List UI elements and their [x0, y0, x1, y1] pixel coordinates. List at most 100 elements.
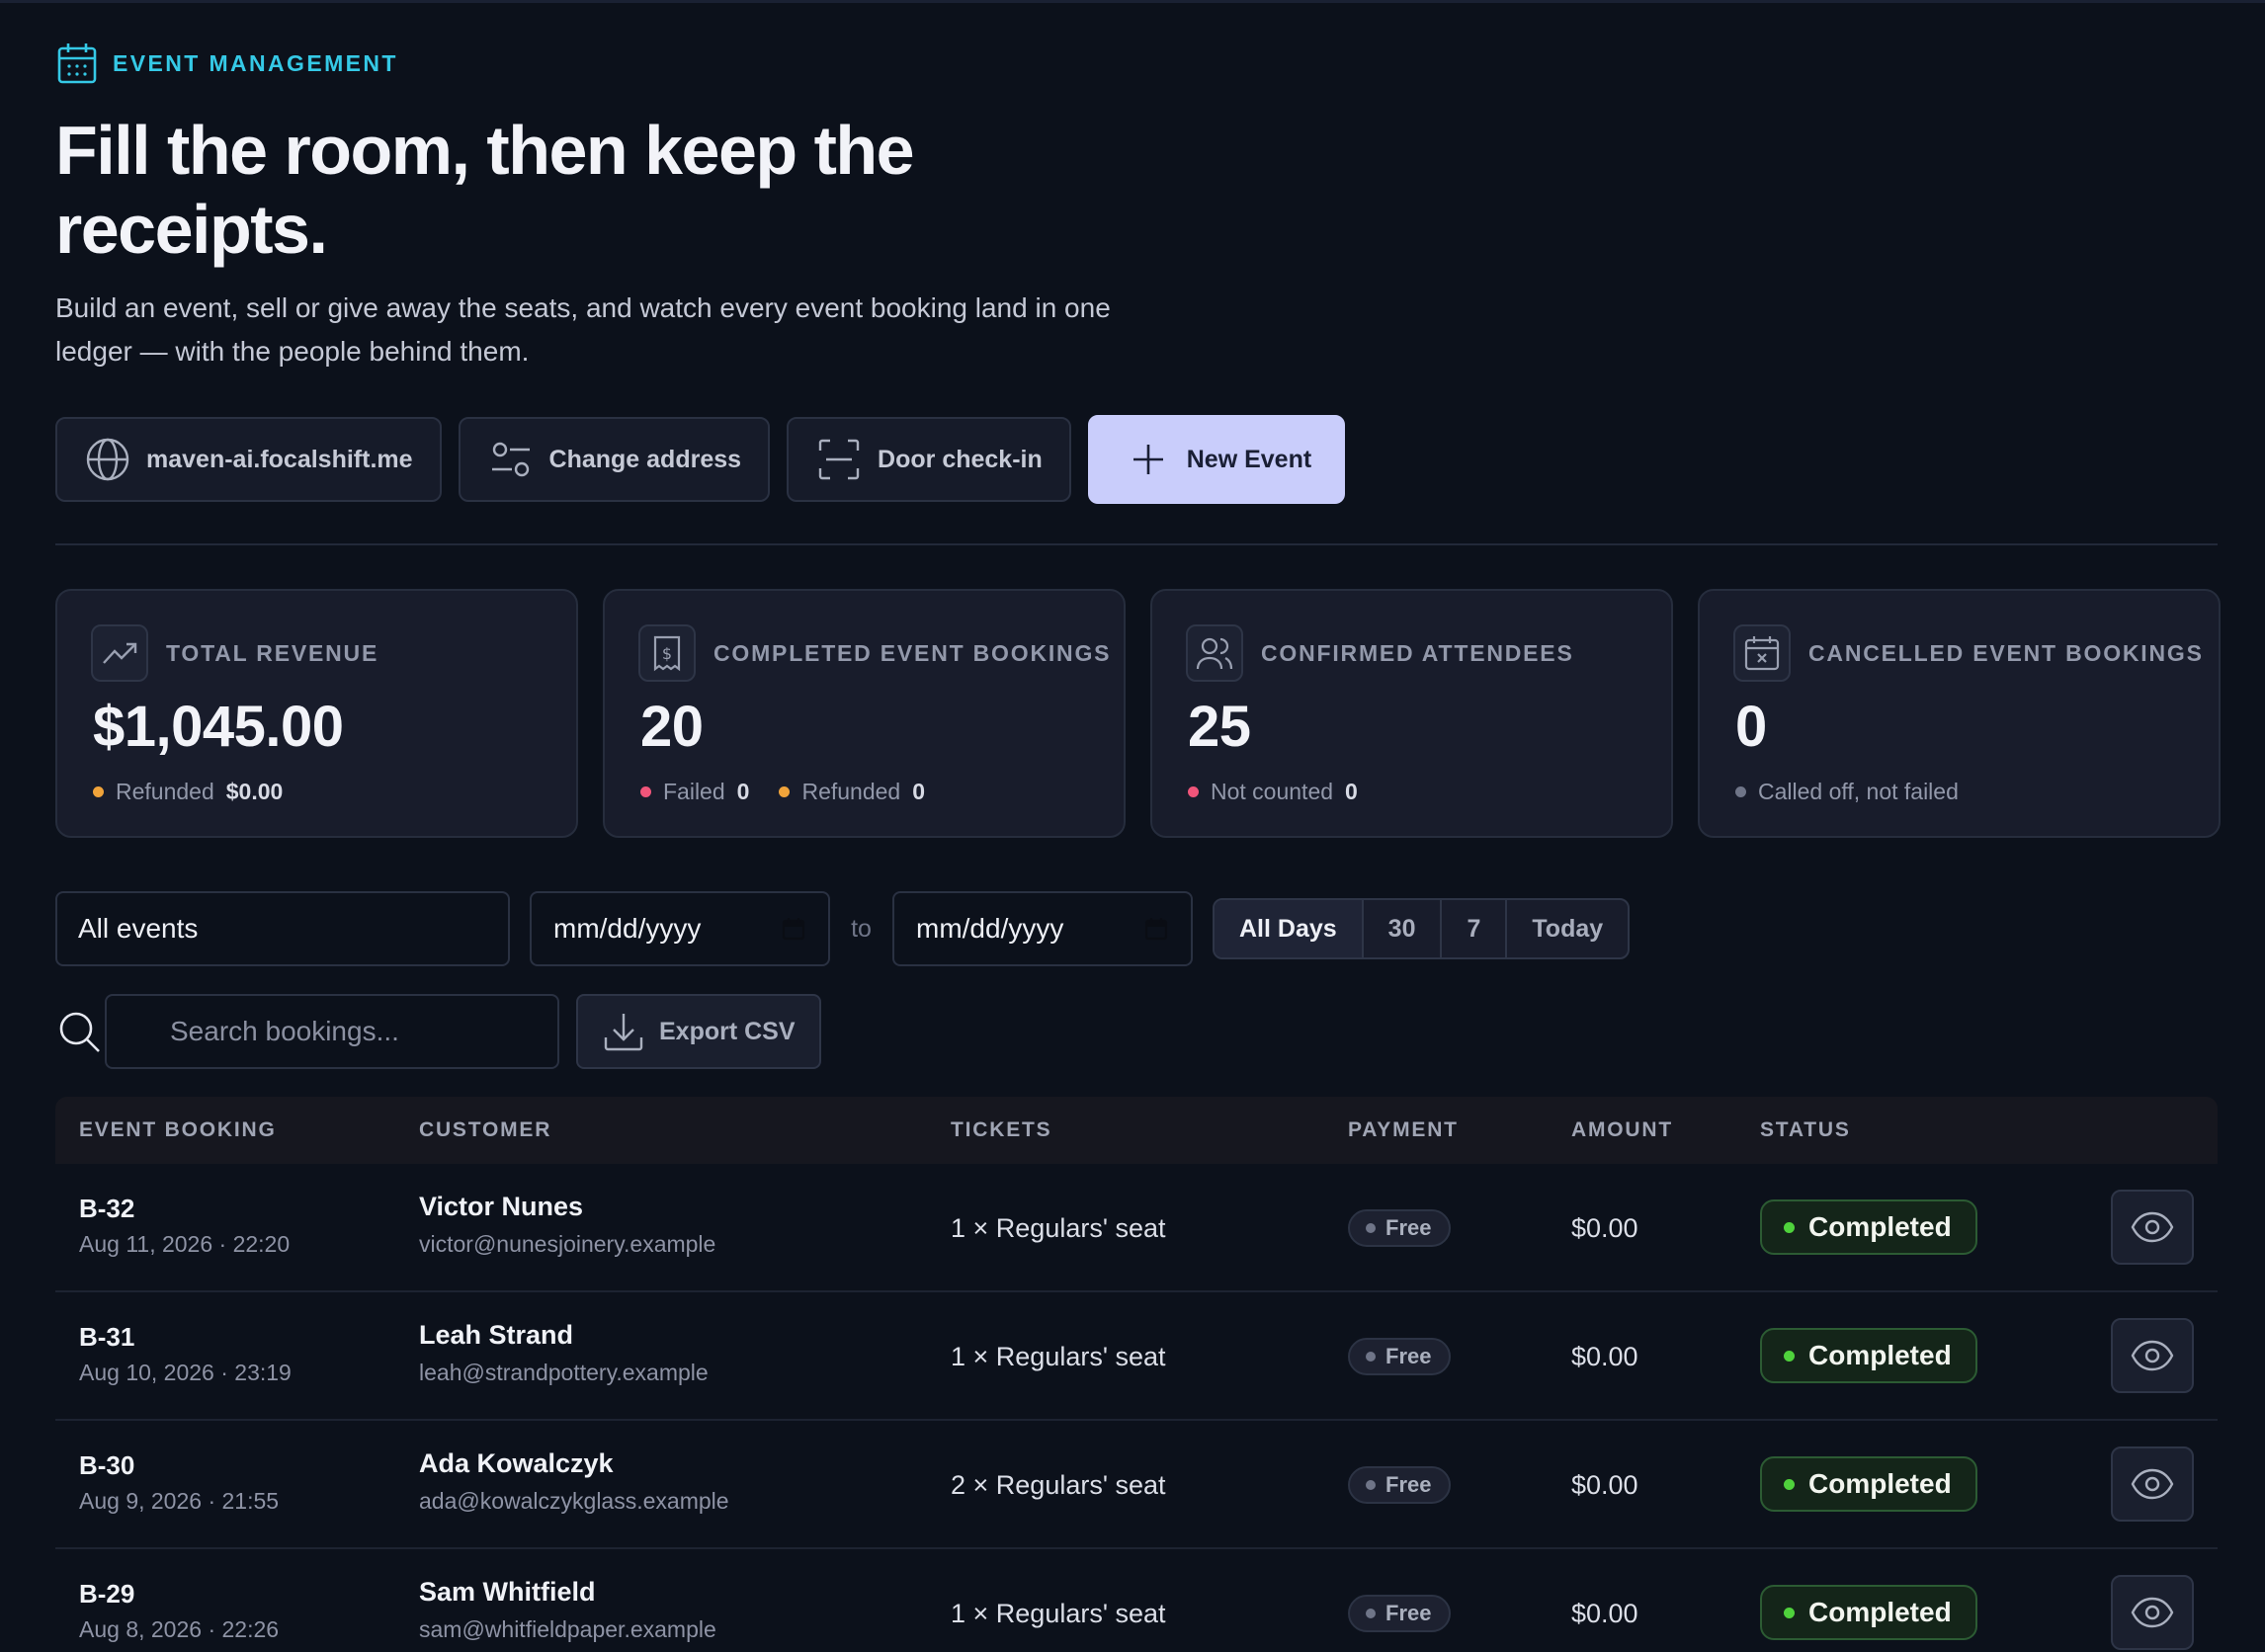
- booking-id: B-32: [79, 1194, 135, 1223]
- status-badge: Completed: [1760, 1199, 1977, 1255]
- date-to-value: mm/dd/yyyy: [916, 913, 1064, 944]
- status-badge: Completed: [1760, 1456, 1977, 1512]
- eye-icon: [2131, 1597, 2174, 1628]
- column-header[interactable]: TICKETS: [951, 1118, 1051, 1142]
- stat-label: TOTAL REVENUE: [166, 639, 379, 666]
- svg-text:$: $: [662, 644, 672, 663]
- stat-value: 20: [640, 695, 704, 759]
- domain-label: maven-ai.focalshift.me: [146, 445, 413, 473]
- filter-bar: All events mm/dd/yyyy to mm/dd/yyyy All …: [55, 891, 1631, 966]
- payment-label: Free: [1385, 1344, 1432, 1368]
- payment-badge: Free: [1348, 1466, 1452, 1504]
- calendar-icon: [57, 43, 97, 84]
- column-header[interactable]: EVENT BOOKING: [79, 1118, 277, 1142]
- date-range-separator: to: [851, 914, 872, 943]
- booking-date: Aug 9, 2026 · 21:55: [79, 1488, 280, 1514]
- status-dot: [1784, 1607, 1795, 1618]
- customer-name: Victor Nunes: [419, 1192, 584, 1221]
- search-icon: [59, 1012, 100, 1052]
- status-label: Completed: [1808, 1211, 1952, 1242]
- search-input[interactable]: Search bookings...: [105, 994, 559, 1069]
- calendar-picker-icon[interactable]: [781, 916, 806, 942]
- table-row[interactable]: B-29 Aug 8, 2026 · 22:26 Sam Whitfield s…: [55, 1549, 2218, 1652]
- view-booking-button[interactable]: [2111, 1575, 2194, 1650]
- date-from-field[interactable]: mm/dd/yyyy: [530, 891, 830, 966]
- action-bar: maven-ai.focalshift.me Change address Do…: [55, 415, 1346, 504]
- status-dot: [1366, 1223, 1376, 1233]
- eye-icon: [2131, 1211, 2174, 1243]
- tickets: 2 × Regulars' seat: [951, 1470, 1166, 1500]
- status-dot: [640, 786, 651, 797]
- stat-value: $1,045.00: [93, 695, 344, 759]
- customer-email: ada@kowalczykglass.example: [419, 1488, 729, 1514]
- status-label: Completed: [1808, 1340, 1952, 1370]
- section-divider: [55, 543, 2218, 545]
- stat-meta-value: 0: [1345, 779, 1358, 804]
- column-header[interactable]: PAYMENT: [1348, 1118, 1459, 1142]
- booking-id: B-30: [79, 1450, 135, 1480]
- customer-email: victor@nunesjoinery.example: [419, 1231, 716, 1257]
- receipt-icon: $: [638, 624, 696, 682]
- page-title: Fill the room, then keep the receipts.: [55, 112, 915, 268]
- view-booking-button[interactable]: [2111, 1446, 2194, 1522]
- date-to-field[interactable]: mm/dd/yyyy: [892, 891, 1193, 966]
- stat-meta-label: Refunded: [801, 779, 901, 804]
- amount: $0.00: [1571, 1599, 1638, 1628]
- range-30-days[interactable]: 30: [1361, 900, 1441, 957]
- customer-name: Leah Strand: [419, 1320, 574, 1350]
- table-row[interactable]: B-32 Aug 11, 2026 · 22:20 Victor Nunes v…: [55, 1164, 2218, 1292]
- door-checkin-button[interactable]: Door check-in: [787, 417, 1071, 502]
- domain-button[interactable]: maven-ai.focalshift.me: [55, 417, 442, 502]
- status-dot: [1366, 1352, 1376, 1362]
- stats-row: TOTAL REVENUE $1,045.00 Refunded $0.00 $ …: [55, 589, 2221, 838]
- calendar-picker-icon[interactable]: [1143, 916, 1169, 942]
- amount: $0.00: [1571, 1470, 1638, 1500]
- view-booking-button[interactable]: [2111, 1318, 2194, 1393]
- status-dot: [1735, 786, 1746, 797]
- users-icon: [1186, 624, 1243, 682]
- payment-label: Free: [1385, 1472, 1432, 1497]
- status-dot: [1366, 1609, 1376, 1618]
- sliders-icon: [491, 442, 530, 477]
- range-all-days[interactable]: All Days: [1215, 900, 1362, 957]
- eye-icon: [2131, 1340, 2174, 1371]
- plus-icon: [1132, 445, 1163, 474]
- amount: $0.00: [1571, 1213, 1638, 1243]
- range-7-days[interactable]: 7: [1440, 900, 1505, 957]
- search-row: Search bookings... Export CSV: [55, 994, 821, 1069]
- status-badge: Completed: [1760, 1585, 1977, 1640]
- customer-name: Ada Kowalczyk: [419, 1448, 614, 1478]
- stat-card-total-revenue: TOTAL REVENUE $1,045.00 Refunded $0.00: [55, 589, 578, 838]
- view-booking-button[interactable]: [2111, 1190, 2194, 1265]
- column-header[interactable]: AMOUNT: [1571, 1118, 1673, 1142]
- eyebrow-label: EVENT MANAGEMENT: [113, 49, 398, 76]
- trending-up-icon: [91, 624, 148, 682]
- amount: $0.00: [1571, 1342, 1638, 1371]
- customer-email: sam@whitfieldpaper.example: [419, 1616, 716, 1642]
- table-header: EVENT BOOKING CUSTOMER TICKETS PAYMENT A…: [55, 1097, 2218, 1164]
- column-header[interactable]: STATUS: [1760, 1118, 1851, 1142]
- column-header[interactable]: CUSTOMER: [419, 1118, 551, 1142]
- stat-meta-value: 0: [736, 779, 750, 804]
- table-row[interactable]: B-31 Aug 10, 2026 · 23:19 Leah Strand le…: [55, 1292, 2218, 1421]
- stat-value: 25: [1188, 695, 1251, 759]
- export-csv-label: Export CSV: [659, 1017, 796, 1045]
- top-border: [0, 0, 2265, 3]
- status-dot: [779, 786, 791, 797]
- page-subtitle: Build an event, sell or give away the se…: [55, 292, 1111, 367]
- calendar-x-icon: [1733, 624, 1791, 682]
- customer-name: Sam Whitfield: [419, 1577, 596, 1607]
- new-event-button[interactable]: New Event: [1087, 415, 1346, 504]
- export-csv-button[interactable]: Export CSV: [576, 994, 821, 1069]
- eyebrow: EVENT MANAGEMENT: [57, 41, 398, 85]
- status-dot: [1188, 786, 1199, 797]
- table-row[interactable]: B-30 Aug 9, 2026 · 21:55 Ada Kowalczyk a…: [55, 1421, 2218, 1549]
- stat-meta-label: Failed: [663, 779, 725, 804]
- status-dot: [93, 786, 104, 797]
- change-address-button[interactable]: Change address: [458, 417, 771, 502]
- date-from-value: mm/dd/yyyy: [553, 913, 702, 944]
- stat-meta-label: Refunded: [116, 779, 214, 804]
- event-select[interactable]: All events: [55, 891, 510, 966]
- status-dot: [1784, 1221, 1795, 1233]
- range-today[interactable]: Today: [1505, 900, 1628, 957]
